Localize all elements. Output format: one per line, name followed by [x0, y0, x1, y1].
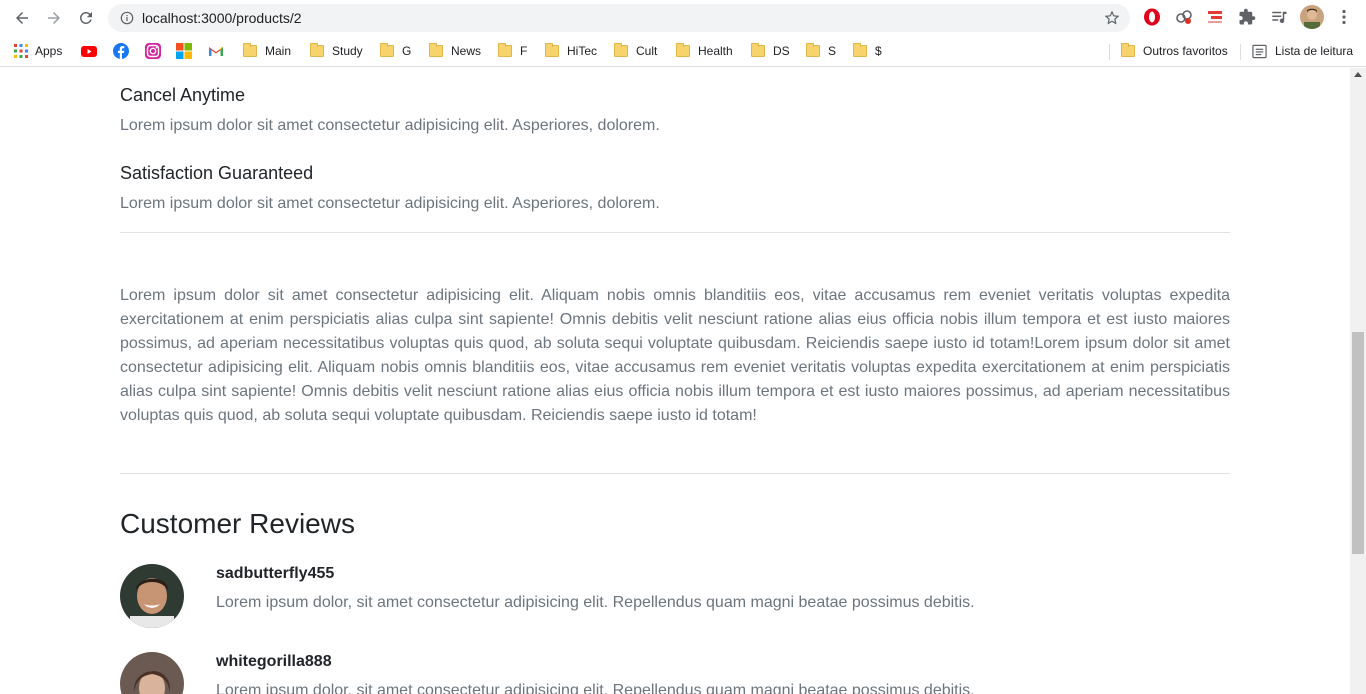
review-text: Lorem ipsum dolor, sit amet consectetur … — [216, 594, 975, 611]
instagram-icon — [145, 43, 161, 59]
divider — [120, 232, 1230, 233]
bookmark-apps[interactable]: Apps — [13, 42, 62, 60]
feature-title: Cancel Anytime — [120, 85, 246, 105]
bookmark-folder-ds[interactable]: DS — [751, 42, 790, 60]
address-bar[interactable]: localhost:3000/products/2 — [108, 4, 1130, 32]
folder-icon — [243, 43, 257, 57]
stripes-extension-icon[interactable] — [1205, 7, 1225, 27]
feature-title: Satisfaction Guaranteed — [120, 163, 314, 183]
forward-button[interactable] — [38, 2, 70, 34]
folder-icon — [545, 43, 559, 57]
gmail-icon — [209, 47, 223, 56]
bookmark-folder-g[interactable]: G — [380, 42, 411, 60]
folder-icon — [310, 43, 324, 57]
bookmark-folder-hitec[interactable]: HiTec — [545, 42, 597, 60]
folder-icon — [614, 43, 628, 57]
bookmark-folder-main[interactable]: Main — [243, 42, 291, 60]
browser-toolbar: localhost:3000/products/2 — [0, 0, 1366, 36]
bookmark-folder-f[interactable]: F — [498, 42, 527, 60]
reviewer-name: sadbutterfly455 — [216, 565, 335, 582]
bookmarks-separator — [1240, 44, 1241, 60]
media-queue-icon[interactable] — [1269, 7, 1289, 27]
opera-extension-icon[interactable] — [1142, 7, 1162, 27]
url-text: localhost:3000/products/2 — [142, 10, 302, 26]
folder-icon — [676, 43, 690, 57]
bookmark-label: Apps — [35, 44, 63, 58]
bookmark-folder-news[interactable]: News — [429, 42, 481, 60]
folder-icon — [806, 43, 820, 57]
bookmark-other-favorites[interactable]: Outros favoritos — [1121, 42, 1228, 60]
youtube-icon — [81, 46, 97, 57]
folder-icon — [498, 43, 512, 57]
microsoft-icon — [176, 43, 192, 59]
reading-list-icon — [1252, 44, 1267, 58]
feature-text: Lorem ipsum dolor sit amet consectetur a… — [120, 117, 660, 134]
arrow-right-icon — [48, 12, 60, 24]
profile-avatar[interactable] — [1300, 5, 1324, 29]
bookmark-microsoft[interactable] — [176, 42, 192, 60]
bookmark-youtube[interactable] — [81, 42, 97, 60]
link-extension-icon[interactable] — [1174, 7, 1194, 27]
info-icon — [120, 11, 134, 25]
reading-list-button[interactable]: Lista de leitura — [1252, 42, 1353, 60]
facebook-icon — [113, 43, 129, 59]
page-viewport: Cancel Anytime Lorem ipsum dolor sit ame… — [0, 68, 1366, 694]
bookmark-instagram[interactable] — [145, 42, 161, 60]
folder-icon — [853, 43, 867, 57]
folder-icon — [429, 43, 443, 57]
folder-icon — [380, 43, 394, 57]
apps-grid-icon — [14, 44, 28, 58]
page-scrollbar[interactable] — [1350, 68, 1366, 694]
reload-button[interactable] — [70, 2, 102, 34]
bookmark-folder-health[interactable]: Health — [676, 42, 733, 60]
extensions-puzzle-icon[interactable] — [1237, 7, 1257, 27]
product-description: Lorem ipsum dolor sit amet consectetur a… — [120, 287, 1230, 424]
reviewer-avatar — [120, 652, 184, 694]
bookmarks-bar: Apps Main Study G News F HiTec Cult Heal… — [0, 36, 1366, 67]
bookmark-folder-study[interactable]: Study — [310, 42, 363, 60]
arrow-left-icon — [16, 12, 28, 24]
bookmark-folder-dollar[interactable]: $ — [853, 42, 882, 60]
divider — [120, 473, 1230, 474]
folder-icon — [751, 43, 765, 57]
scroll-up-arrow-icon[interactable] — [1354, 72, 1362, 77]
folder-icon — [1121, 43, 1135, 57]
review-text: Lorem ipsum dolor, sit amet consectetur … — [216, 682, 975, 694]
feature-text: Lorem ipsum dolor sit amet consectetur a… — [120, 195, 660, 212]
back-button[interactable] — [6, 2, 38, 34]
bookmark-star-icon[interactable] — [1104, 10, 1120, 26]
more-menu-icon[interactable] — [1334, 7, 1354, 27]
reload-icon — [79, 11, 92, 24]
bookmark-facebook[interactable] — [113, 42, 129, 60]
bookmarks-separator — [1109, 44, 1110, 60]
bookmark-folder-s[interactable]: S — [806, 42, 836, 60]
bookmark-folder-cult[interactable]: Cult — [614, 42, 657, 60]
reviews-heading: Customer Reviews — [120, 508, 355, 539]
reviewer-name: whitegorilla888 — [216, 653, 332, 670]
scrollbar-thumb[interactable] — [1352, 332, 1364, 554]
bookmark-gmail[interactable] — [208, 42, 224, 60]
reviewer-avatar — [120, 564, 184, 628]
